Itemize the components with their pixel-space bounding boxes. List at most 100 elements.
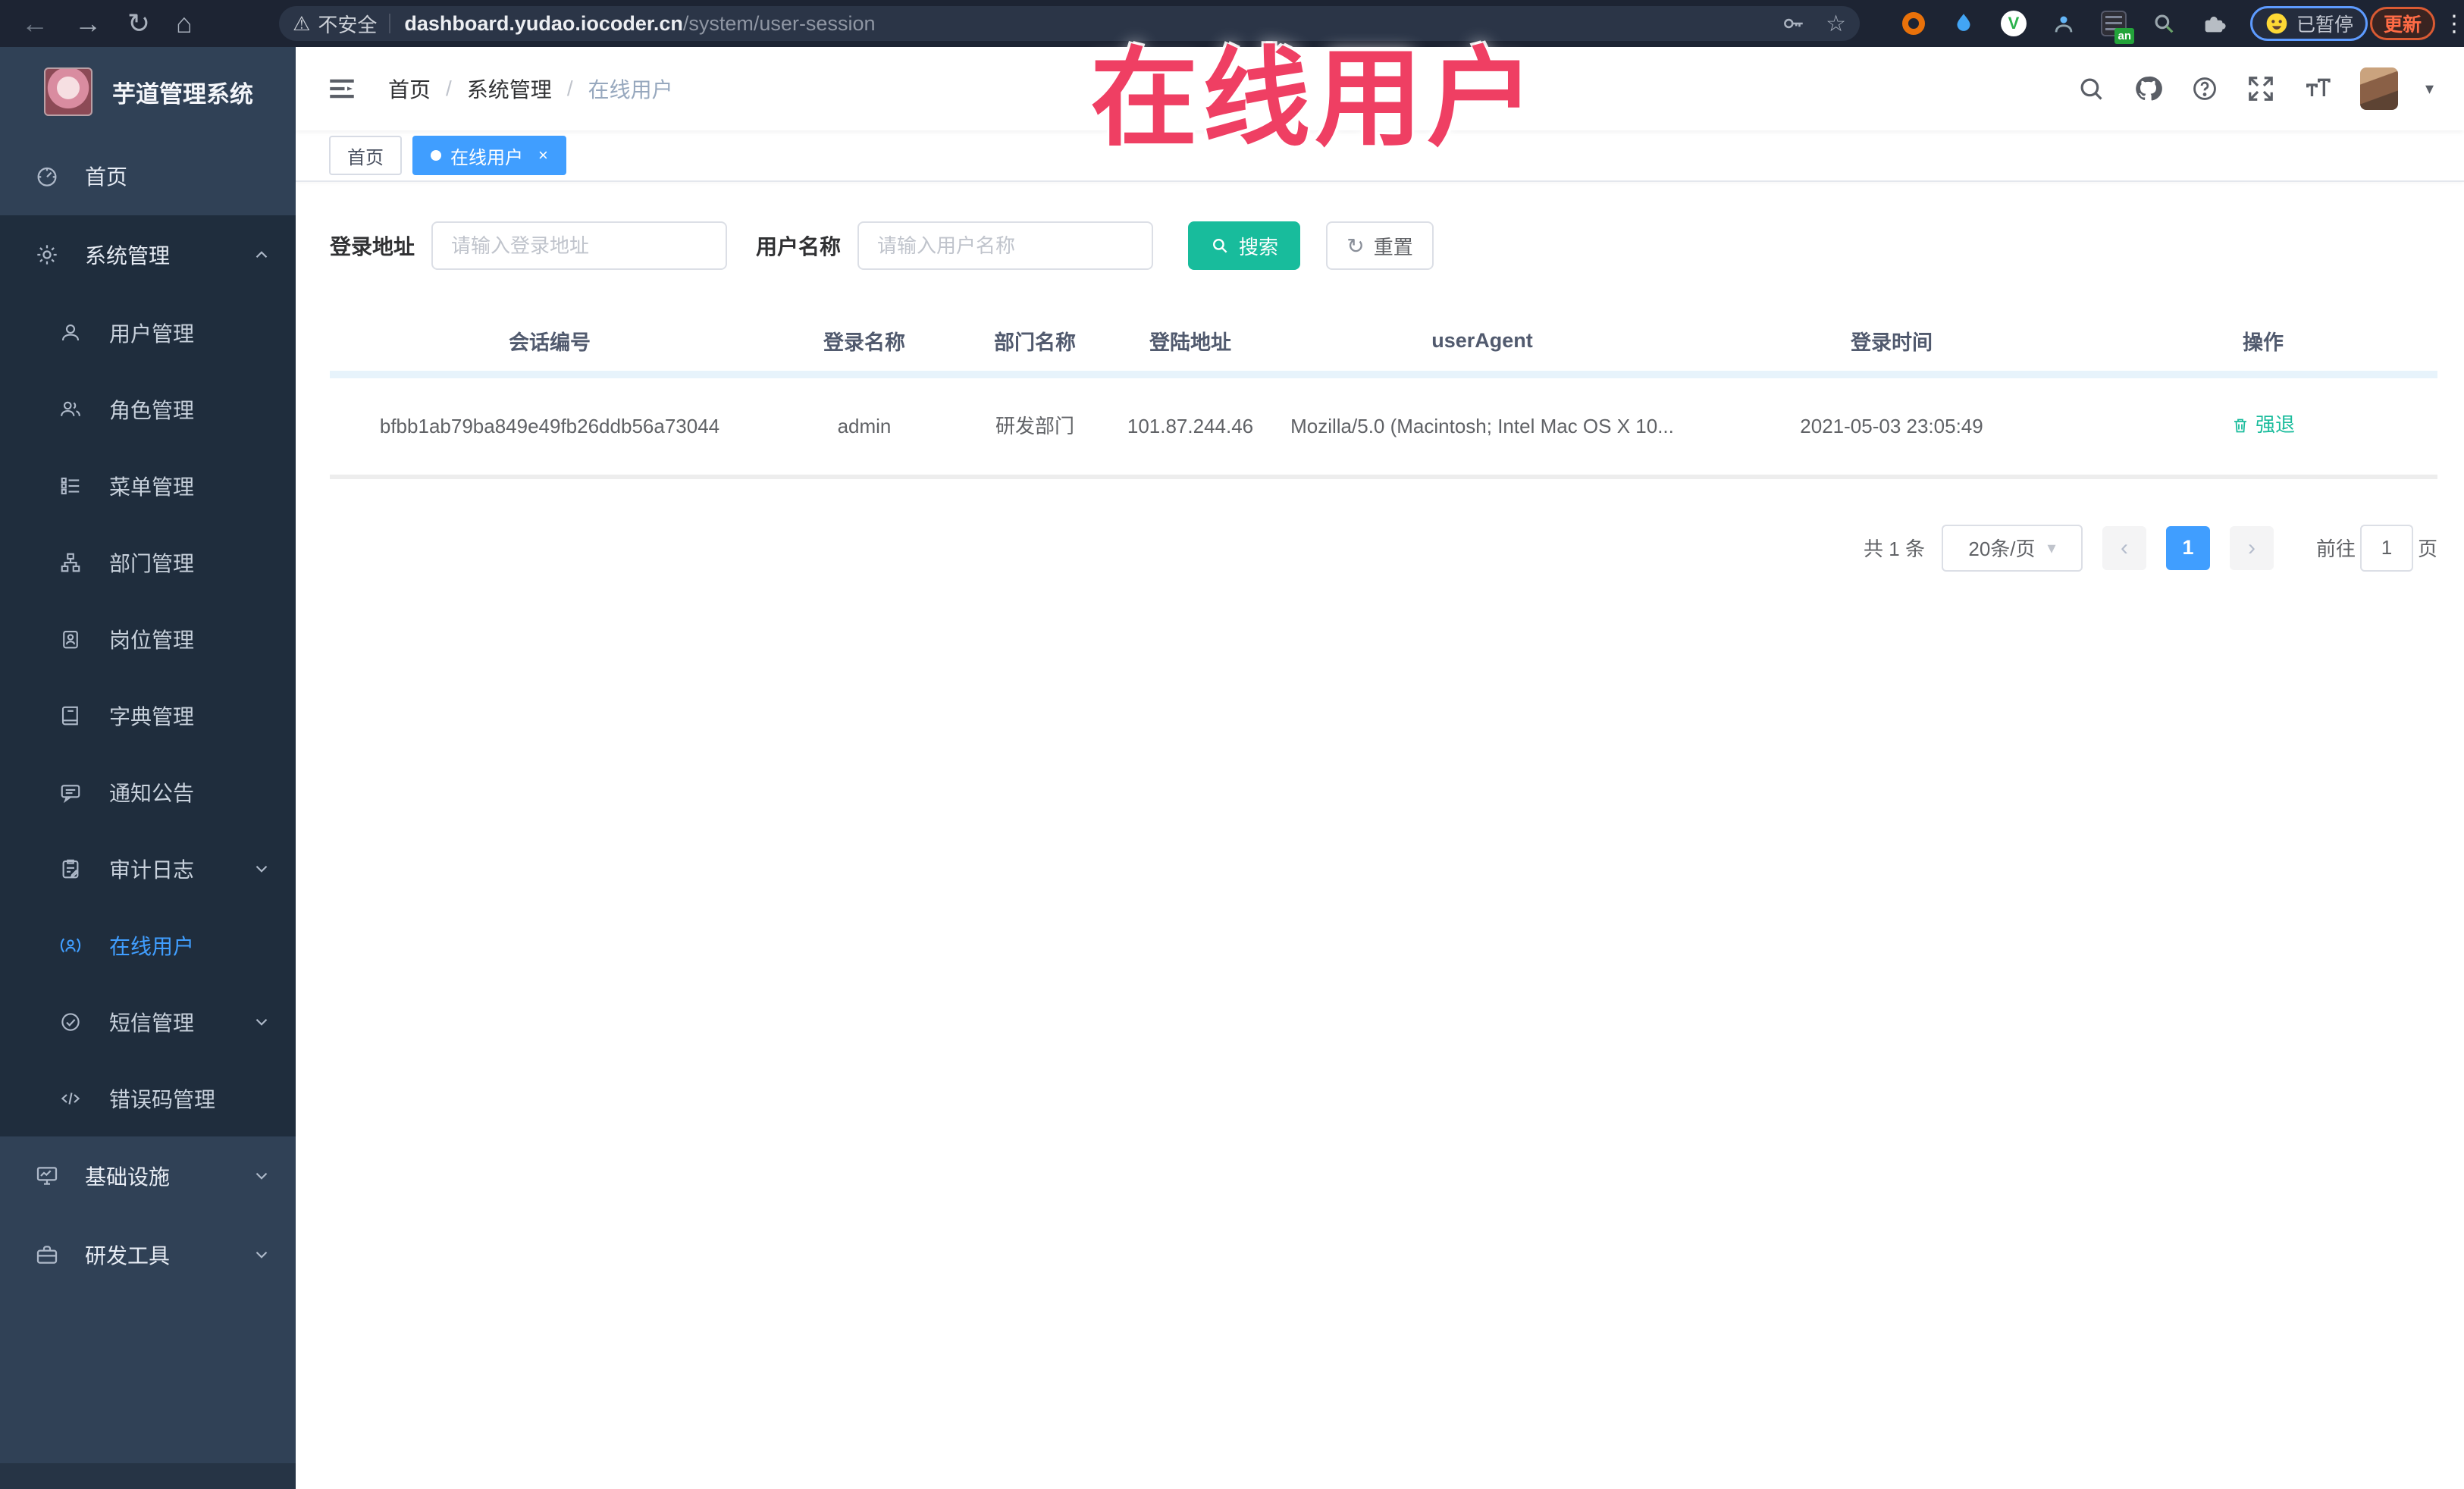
sidebar-logo-row[interactable]: 芋道管理系统: [0, 47, 296, 136]
sidebar-item-label: 在线用户: [109, 934, 195, 958]
cell-dept-name: 研发部门: [959, 375, 1111, 479]
sidebar-group-system: 系统管理 用户管理 角色管理 菜单管理 部门管理 岗位管理 字典管理 通知公告 …: [0, 215, 296, 1136]
sidebar-item-dept-management[interactable]: 部门管理: [0, 524, 296, 600]
extension-green-v-icon[interactable]: V: [1999, 9, 2028, 38]
sidebar-item-sms-management[interactable]: 短信管理: [0, 983, 296, 1060]
sms-icon: [61, 1012, 80, 1031]
url-path: /system/user-session: [682, 11, 876, 35]
next-page-button[interactable]: ›: [2229, 525, 2274, 570]
sessions-table: 会话编号 登录名称 部门名称 登陆地址 userAgent 登录时间 操作 bf…: [330, 309, 2437, 479]
search-icon[interactable]: [2077, 74, 2105, 103]
breadcrumb: 首页 / 系统管理 / 在线用户: [388, 74, 673, 104]
chevron-down-icon: [255, 1018, 268, 1026]
password-key-icon[interactable]: [1780, 11, 1806, 36]
sidebar-item-notice[interactable]: 通知公告: [0, 754, 296, 830]
sidebar-item-role-management[interactable]: 角色管理: [0, 371, 296, 447]
help-icon[interactable]: [2190, 74, 2219, 103]
user-icon: [61, 324, 80, 340]
extension-water-drop-icon[interactable]: [1949, 9, 1978, 38]
smiley-avatar-icon: [2266, 13, 2287, 34]
tag-online-users[interactable]: 在线用户 ×: [412, 136, 566, 175]
search-button[interactable]: 搜索: [1188, 221, 1301, 270]
cell-login-ip: 101.87.244.46: [1111, 375, 1270, 479]
goto-page-input[interactable]: [2359, 524, 2413, 572]
reload-icon[interactable]: ↻: [127, 0, 150, 47]
sidebar-item-label: 错误码管理: [109, 1087, 216, 1111]
username-input[interactable]: [857, 221, 1154, 270]
sidebar-item-home[interactable]: 首页: [0, 136, 296, 215]
font-size-icon[interactable]: [2303, 74, 2333, 104]
bookmark-star-icon[interactable]: ☆: [1826, 11, 1846, 37]
sidebar-item-audit-log[interactable]: 审计日志: [0, 830, 296, 907]
goto-label: 前往: [2315, 538, 2356, 560]
user-avatar[interactable]: [2359, 67, 2398, 110]
url-host: dashboard.yudao.iocoder.cn: [404, 11, 683, 35]
breadcrumb-current: 在线用户: [588, 78, 673, 102]
back-icon[interactable]: ←: [21, 0, 49, 47]
app-logo: [44, 67, 92, 116]
sidebar-item-label: 通知公告: [109, 781, 195, 805]
sidebar-item-user-management[interactable]: 用户管理: [0, 294, 296, 371]
tag-close-icon[interactable]: ×: [538, 146, 548, 165]
force-logout-button[interactable]: 强退: [2231, 410, 2295, 440]
home-icon[interactable]: ⌂: [176, 0, 193, 47]
extension-database-icon[interactable]: an: [2099, 9, 2134, 44]
sidebar-collapse-bar[interactable]: [0, 1463, 296, 1489]
browser-menu-icon[interactable]: ⋮: [2443, 0, 2464, 47]
sidebar-item-error-code[interactable]: 错误码管理: [0, 1060, 296, 1136]
breadcrumb-system[interactable]: 系统管理: [467, 74, 552, 104]
avatar-caret-down-icon[interactable]: ▾: [2425, 79, 2434, 99]
sidebar-item-online-users[interactable]: 在线用户: [0, 907, 296, 983]
chevron-down-icon: [255, 1172, 268, 1180]
github-icon[interactable]: [2133, 74, 2163, 104]
sidebar-item-label: 用户管理: [109, 321, 195, 346]
breadcrumb-home[interactable]: 首页: [388, 74, 431, 104]
table-header-row: 会话编号 登录名称 部门名称 登陆地址 userAgent 登录时间 操作: [330, 309, 2437, 378]
main-area: 首页 / 系统管理 / 在线用户 ▾ 首页 在线用户 × 登录地址 请输入登录地…: [296, 47, 2464, 1489]
sidebar-item-menu-management[interactable]: 菜单管理: [0, 447, 296, 524]
browser-update-button[interactable]: 更新: [2370, 7, 2435, 40]
current-page-button[interactable]: 1: [2165, 525, 2210, 570]
dictionary-icon: [61, 706, 78, 725]
security-warning-label[interactable]: 不安全: [318, 10, 377, 38]
annotation-overlay-title: 在线用户: [1090, 39, 1539, 159]
sidebar-item-label: 短信管理: [109, 1011, 195, 1035]
chevron-down-icon: [255, 865, 268, 873]
prev-page-button[interactable]: ‹: [2102, 525, 2146, 570]
sidebar-item-label: 菜单管理: [109, 475, 195, 499]
forward-icon[interactable]: →: [74, 0, 102, 47]
browser-nav-buttons: ← → ↻ ⌂: [0, 0, 193, 47]
sidebar-item-dict-management[interactable]: 字典管理: [0, 677, 296, 754]
sidebar-item-system-management[interactable]: 系统管理: [0, 215, 296, 294]
extensions-row: V an: [1899, 0, 2228, 47]
username-label: 用户名称: [756, 235, 842, 259]
sidebar-item-label: 角色管理: [109, 398, 195, 422]
gear-icon: [37, 245, 57, 265]
chevron-down-icon: [255, 1251, 268, 1259]
tag-home[interactable]: 首页: [329, 136, 402, 175]
paused-badge-label: 已暂停: [2296, 14, 2354, 36]
devtools-icon: [36, 1246, 58, 1264]
extension-magnifier-icon[interactable]: [2149, 9, 2178, 38]
trash-icon: [2234, 418, 2246, 432]
cell-session-id: bfbb1ab79ba849e49fb26ddb56a73044: [330, 375, 770, 479]
fullscreen-icon[interactable]: [2246, 74, 2275, 103]
tag-active-dot: [431, 150, 441, 161]
extension-orange-ring-icon[interactable]: [1899, 9, 1928, 38]
hamburger-icon[interactable]: [326, 73, 358, 105]
col-actions: 操作: [2089, 309, 2437, 378]
login-address-label: 登录地址: [330, 235, 415, 259]
goto-suffix: 页: [2417, 538, 2437, 560]
sidebar-item-label: 字典管理: [109, 704, 195, 729]
reset-button[interactable]: ↻ 重置: [1326, 221, 1434, 270]
page-size-select[interactable]: 20条/页 ▾: [1941, 524, 2083, 572]
extension-person-icon[interactable]: [2049, 9, 2078, 38]
sidebar-item-post-management[interactable]: 岗位管理: [0, 600, 296, 677]
extensions-puzzle-icon[interactable]: [2199, 9, 2228, 38]
sidebar-item-devtools[interactable]: 研发工具: [0, 1215, 296, 1294]
sidebar-item-infrastructure[interactable]: 基础设施: [0, 1136, 296, 1215]
refresh-icon: ↻: [1346, 234, 1365, 258]
profile-paused-pill[interactable]: 已暂停: [2250, 6, 2368, 41]
login-address-input[interactable]: [431, 221, 728, 270]
address-bar[interactable]: ⚠ 不安全 dashboard.yudao.iocoder.cn /system…: [279, 6, 1860, 41]
